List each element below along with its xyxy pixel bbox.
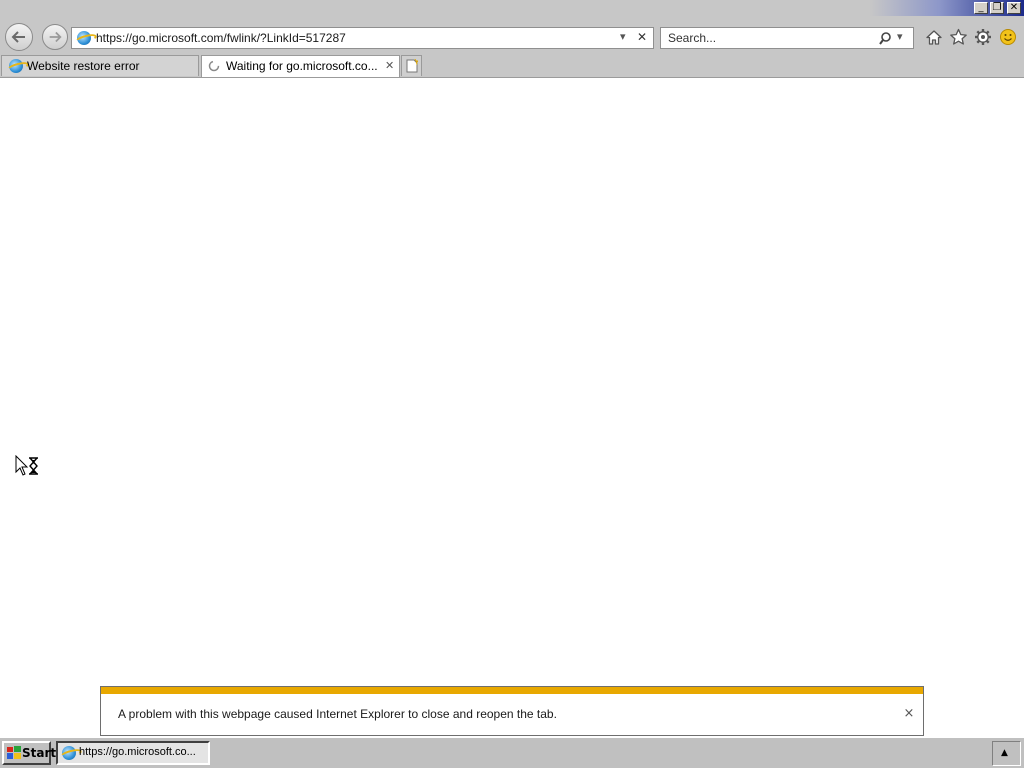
tab-close-icon[interactable]: ✕	[385, 56, 394, 76]
minimize-button[interactable]: _	[974, 2, 988, 14]
feedback-smiley-icon[interactable]	[999, 28, 1017, 46]
tab-label: Waiting for go.microsoft.co...	[226, 59, 378, 73]
system-tray[interactable]: ▲	[992, 741, 1021, 766]
notification-accent-stripe	[101, 687, 923, 694]
notification-message: A problem with this webpage caused Inter…	[118, 707, 557, 721]
new-tab-button[interactable]	[401, 55, 422, 76]
tab-waiting-go-microsoft[interactable]: Waiting for go.microsoft.co... ✕	[201, 55, 400, 77]
home-icon[interactable]	[925, 29, 943, 46]
loading-spinner-icon	[208, 60, 220, 72]
windows-logo-icon	[7, 746, 21, 759]
notification-close-button[interactable]: ×	[902, 707, 916, 721]
search-dropdown-icon[interactable]: ▾	[897, 30, 903, 43]
forward-arrow-icon	[49, 31, 62, 43]
search-input[interactable]: Search...	[668, 31, 716, 45]
ie-tab-icon	[9, 59, 23, 73]
restore-button[interactable]: ❐	[990, 2, 1004, 14]
notification-bar: A problem with this webpage caused Inter…	[100, 686, 924, 736]
ie-page-icon	[77, 31, 91, 45]
address-dropdown-icon[interactable]: ▾	[620, 30, 626, 43]
stop-icon[interactable]: ✕	[637, 30, 647, 44]
search-box[interactable]: Search... ▾	[660, 27, 914, 49]
start-label: Start	[22, 746, 57, 760]
tab-label: Website restore error	[27, 59, 140, 73]
search-icon[interactable]	[879, 32, 891, 45]
taskbar-item-ie[interactable]: https://go.microsoft.co...	[56, 741, 210, 765]
tools-gear-icon[interactable]	[974, 28, 992, 46]
tray-expand-icon[interactable]: ▲	[1001, 748, 1008, 758]
address-url-text[interactable]: https://go.microsoft.com/fwlink/?LinkId=…	[96, 31, 346, 45]
page-content-area	[0, 78, 1024, 736]
close-window-button[interactable]: ✕	[1007, 2, 1021, 14]
busy-cursor-icon	[15, 455, 38, 476]
back-button[interactable]	[5, 23, 33, 51]
tab-website-restore-error[interactable]: Website restore error	[1, 55, 199, 76]
taskbar: Start https://go.microsoft.co... ▲	[0, 737, 1024, 768]
forward-button[interactable]	[42, 24, 68, 50]
address-bar[interactable]: https://go.microsoft.com/fwlink/?LinkId=…	[71, 27, 654, 49]
back-arrow-icon	[11, 31, 25, 43]
new-tab-icon	[406, 59, 418, 73]
favorites-star-icon[interactable]	[949, 28, 968, 46]
ie-taskbar-icon	[62, 746, 76, 760]
taskbar-item-label: https://go.microsoft.co...	[79, 746, 196, 758]
start-button[interactable]: Start	[2, 741, 56, 765]
